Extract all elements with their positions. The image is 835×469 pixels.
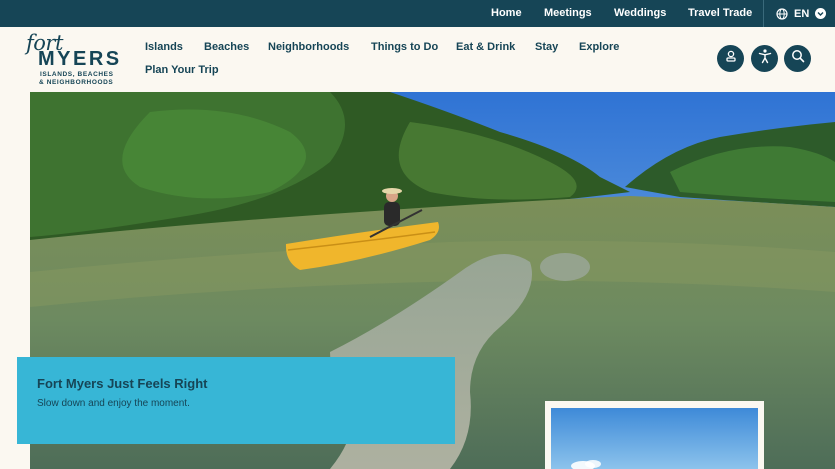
utility-link-home[interactable]: Home xyxy=(491,7,522,19)
utility-link-travel-trade[interactable]: Travel Trade xyxy=(688,7,752,19)
feature-card[interactable] xyxy=(545,401,764,469)
utility-link-weddings[interactable]: Weddings xyxy=(614,7,666,19)
site-header: fort MYERS ISLANDS, BEACHES & NEIGHBORHO… xyxy=(0,27,835,92)
logo-wordmark: MYERS xyxy=(38,48,122,70)
nav-item-stay[interactable]: Stay xyxy=(535,41,558,53)
nav-item-eat-drink[interactable]: Eat & Drink xyxy=(456,41,515,53)
hero-subtitle: Slow down and enjoy the moment. xyxy=(37,398,190,409)
accessibility-icon xyxy=(757,48,773,69)
search-icon xyxy=(791,49,805,68)
search-button[interactable] xyxy=(784,45,811,72)
feature-card-image xyxy=(551,408,758,469)
site-logo[interactable]: fort MYERS ISLANDS, BEACHES & NEIGHBORHO… xyxy=(26,31,130,86)
nav-item-beaches[interactable]: Beaches xyxy=(204,41,249,53)
account-icon xyxy=(724,49,738,68)
nav-item-islands[interactable]: Islands xyxy=(145,41,183,53)
chevron-down-icon xyxy=(815,8,827,19)
nav-item-explore[interactable]: Explore xyxy=(579,41,619,53)
nav-item-things-to-do[interactable]: Things to Do xyxy=(371,41,438,53)
logo-tagline-2: & NEIGHBORHOODS xyxy=(39,79,114,86)
accessibility-button[interactable] xyxy=(751,45,778,72)
nav-item-plan-your-trip[interactable]: Plan Your Trip xyxy=(145,64,219,76)
hero-callout: Fort Myers Just Feels Right Slow down an… xyxy=(17,357,455,444)
utility-divider xyxy=(763,0,764,27)
language-label: EN xyxy=(794,7,810,20)
nav-item-neighborhoods[interactable]: Neighborhoods xyxy=(268,41,349,53)
utility-bar: Home Meetings Weddings Travel Trade EN xyxy=(0,0,835,27)
language-selector[interactable]: EN xyxy=(776,6,827,21)
globe-icon xyxy=(776,7,788,20)
hero-title: Fort Myers Just Feels Right xyxy=(37,376,208,391)
account-button[interactable] xyxy=(717,45,744,72)
utility-link-meetings[interactable]: Meetings xyxy=(544,7,592,19)
logo-tagline-1: ISLANDS, BEACHES xyxy=(40,71,114,78)
